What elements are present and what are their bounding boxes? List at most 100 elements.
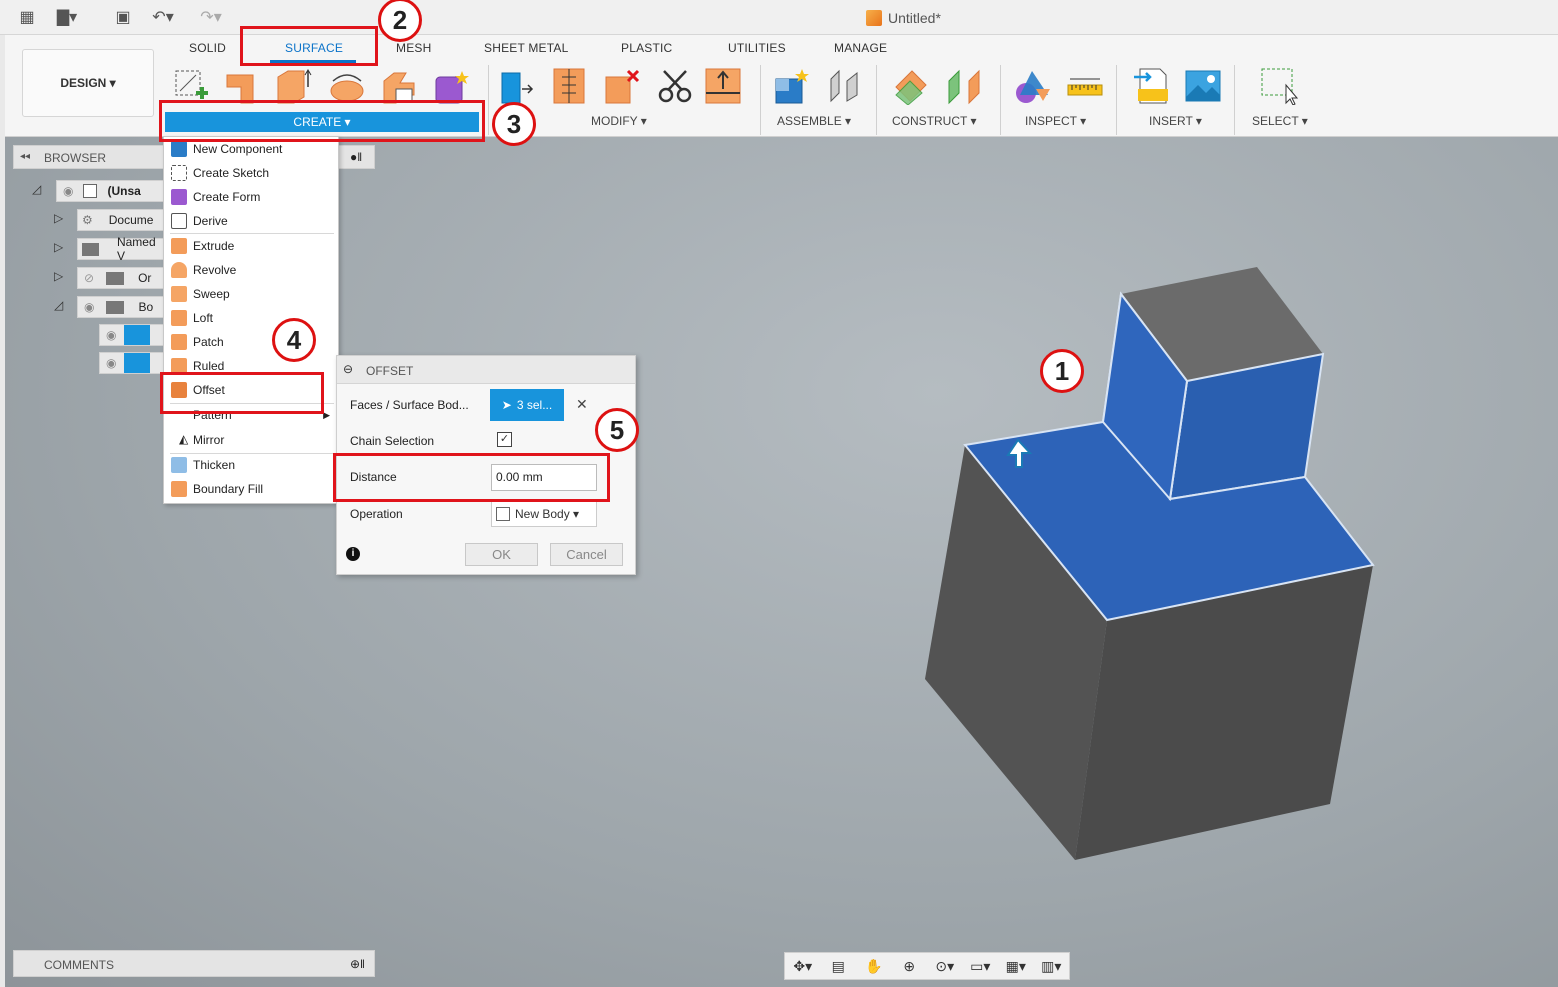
mirror-icon: ◭ <box>179 432 189 446</box>
press-pull-tool-icon[interactable] <box>498 67 536 105</box>
expand-named-views-icon[interactable]: ▷ <box>54 240 63 254</box>
hidden-eye-icon[interactable]: ⊘ <box>84 271 94 285</box>
document-title: Untitled* <box>866 10 941 26</box>
callout-1: 1 <box>1040 349 1084 393</box>
design-workspace-button[interactable]: DESIGN ▾ <box>22 49 154 117</box>
insert-dropdown-button[interactable]: INSERT ▾ <box>1149 114 1202 128</box>
tab-plastic[interactable]: PLASTIC <box>621 41 672 55</box>
comments-title: COMMENTS <box>44 958 114 972</box>
joint-tool-icon[interactable] <box>825 67 863 105</box>
stitch-tool-icon[interactable] <box>550 67 588 105</box>
expand-document-settings-icon[interactable]: ▷ <box>54 211 63 225</box>
trim-tool-icon[interactable] <box>656 67 694 105</box>
menu-item-sweep[interactable]: Sweep <box>164 282 338 306</box>
document-cube-icon <box>866 10 882 26</box>
tab-sheet-metal[interactable]: SHEET METAL <box>484 41 568 55</box>
derive-icon <box>171 213 187 229</box>
construct-dropdown-button[interactable]: CONSTRUCT ▾ <box>892 114 976 128</box>
app-grid-icon[interactable]: ▦ <box>16 6 38 28</box>
modify-dropdown-button[interactable]: MODIFY ▾ <box>591 114 647 128</box>
visibility-eye-icon[interactable]: ◉ <box>84 300 94 314</box>
faces-label: Faces / Surface Bod... <box>350 398 469 412</box>
tab-manage[interactable]: MANAGE <box>834 41 887 55</box>
faces-selection-button[interactable]: ➤ 3 sel... <box>490 389 564 421</box>
visibility-eye-icon[interactable]: ◉ <box>106 356 116 370</box>
extend-tool-icon[interactable] <box>704 67 742 105</box>
menu-item-revolve[interactable]: Revolve <box>164 258 338 282</box>
body-icon <box>124 325 151 345</box>
save-icon[interactable]: ▣ <box>112 6 134 28</box>
collapse-bodies-icon[interactable]: ◿ <box>54 298 63 312</box>
tab-utilities[interactable]: UTILITIES <box>728 41 786 55</box>
undo-icon[interactable]: ↶▾ <box>152 6 174 28</box>
grid-settings-icon[interactable]: ▦▾ <box>1004 957 1028 975</box>
toolbar-separator <box>1000 65 1001 135</box>
surface-body-icon <box>124 353 151 373</box>
redo-icon[interactable]: ↷▾ <box>200 6 222 28</box>
measure-tool-icon[interactable] <box>1066 67 1104 105</box>
tab-mesh[interactable]: MESH <box>396 41 431 55</box>
menu-item-extrude[interactable]: Extrude <box>164 234 338 258</box>
new-component-tool-icon[interactable] <box>772 67 810 105</box>
menu-item-mirror[interactable]: ◭ Mirror <box>164 428 338 452</box>
display-settings-icon[interactable]: ▭▾ <box>968 957 992 975</box>
fit-zoom-icon[interactable]: ⊙▾ <box>933 957 957 975</box>
file-icon[interactable]: ▇▾ <box>56 6 78 28</box>
insert-svg-tool-icon[interactable] <box>1132 67 1170 105</box>
tree-row-origin[interactable]: ⊘ Or <box>77 267 165 289</box>
zoom-icon[interactable]: ⊕ <box>897 957 921 975</box>
unstitch-tool-icon[interactable] <box>602 67 640 105</box>
callout-4: 4 <box>272 318 316 362</box>
operation-dropdown[interactable]: New Body ▾ <box>491 501 597 527</box>
new-body-icon <box>496 507 510 521</box>
visibility-eye-icon[interactable]: ◉ <box>106 328 116 342</box>
highlight-surface-tab <box>240 26 378 66</box>
interference-tool-icon[interactable] <box>1014 67 1052 105</box>
clear-selection-icon[interactable]: ✕ <box>576 396 588 413</box>
pan-hand-icon[interactable]: ✋ <box>862 957 886 975</box>
folder-icon <box>106 271 125 285</box>
tree-row-bodies[interactable]: ◉ Bo <box>77 296 165 318</box>
toolbar-separator <box>1234 65 1235 135</box>
highlight-offset-item <box>160 372 324 414</box>
menu-item-create-form[interactable]: Create Form <box>164 185 338 209</box>
highlight-create-button <box>159 100 485 142</box>
menu-item-boundary-fill[interactable]: Boundary Fill <box>164 477 338 501</box>
comments-panel[interactable]: COMMENTS ⊕‖ <box>13 950 375 977</box>
offset-dialog-header[interactable]: ⊖ OFFSET <box>337 356 635 384</box>
menu-item-create-sketch[interactable]: Create Sketch <box>164 161 338 185</box>
dialog-collapse-icon[interactable]: ⊖ <box>343 362 353 376</box>
inspect-dropdown-button[interactable]: INSPECT ▾ <box>1025 114 1086 128</box>
tree-row-body-2[interactable]: ◉ <box>99 352 165 374</box>
tree-row-root[interactable]: ◉ (Unsa <box>56 180 166 202</box>
visibility-eye-icon[interactable]: ◉ <box>63 184 73 198</box>
top-bar: ▦ ▇▾ ▣ ↶▾ ↷▾ Untitled* <box>0 0 1558 35</box>
highlight-distance-field <box>333 453 610 502</box>
expand-origin-icon[interactable]: ▷ <box>54 269 63 283</box>
viewports-icon[interactable]: ▥▾ <box>1039 957 1063 975</box>
cancel-button[interactable]: Cancel <box>550 543 623 566</box>
chain-selection-checkbox[interactable]: ✓ <box>497 432 512 447</box>
tree-row-document-settings[interactable]: ⚙ Docume <box>77 209 165 231</box>
midplane-tool-icon[interactable] <box>945 67 983 105</box>
orbit-icon[interactable]: ✥▾ <box>791 957 815 975</box>
collapse-browser-icon[interactable]: ◂◂ <box>20 151 30 162</box>
assemble-dropdown-button[interactable]: ASSEMBLE ▾ <box>777 114 851 128</box>
browser-pin-icon[interactable]: ●‖ <box>350 150 362 164</box>
canvas-image-tool-icon[interactable] <box>1184 67 1222 105</box>
menu-item-derive[interactable]: Derive <box>164 209 338 233</box>
select-tool-icon[interactable] <box>1260 67 1298 105</box>
info-icon[interactable]: i <box>346 547 360 561</box>
look-at-icon[interactable]: ▤ <box>826 957 850 975</box>
tree-row-named-views[interactable]: Named V <box>77 235 165 263</box>
menu-item-thicken[interactable]: Thicken <box>164 453 338 477</box>
add-comment-icon[interactable]: ⊕‖ <box>350 957 365 971</box>
offset-plane-tool-icon[interactable] <box>892 67 930 105</box>
ok-button[interactable]: OK <box>465 543 538 566</box>
select-dropdown-button[interactable]: SELECT ▾ <box>1252 114 1308 128</box>
callout-2: 2 <box>378 0 422 42</box>
tree-row-body-1[interactable]: ◉ <box>99 324 165 346</box>
tab-solid[interactable]: SOLID <box>189 41 226 55</box>
navigation-toolbar: ✥▾ ▤ ✋ ⊕ ⊙▾ ▭▾ ▦▾ ▥▾ <box>784 952 1070 980</box>
collapse-root-icon[interactable]: ◿ <box>32 182 41 196</box>
